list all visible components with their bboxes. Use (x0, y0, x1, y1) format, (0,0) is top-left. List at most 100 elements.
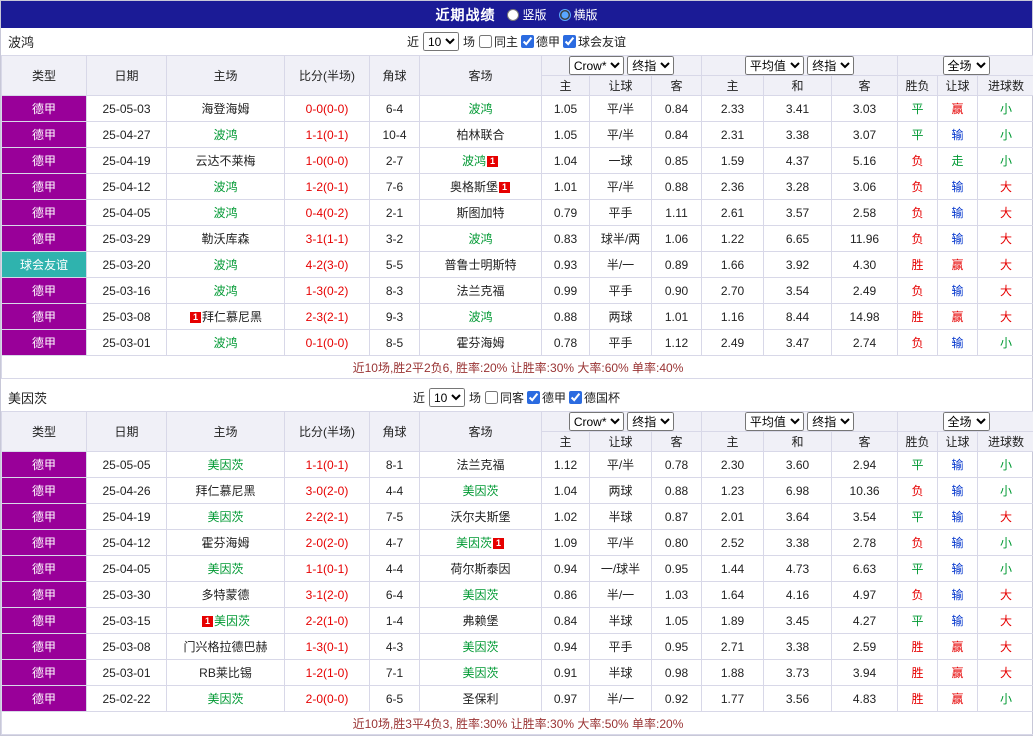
filter-checkbox-2[interactable]: 德国杯 (569, 389, 620, 406)
score-link[interactable]: 2-2(2-1) (306, 510, 349, 524)
team-name[interactable]: 荷尔斯泰因 (450, 562, 510, 576)
team-name[interactable]: 波鸿 (213, 128, 237, 142)
handicap-cell: 半/一 (590, 686, 652, 712)
score-link[interactable]: 2-0(2-0) (306, 536, 349, 550)
checkbox-input[interactable] (563, 35, 576, 48)
team-name[interactable]: 拜仁慕尼黑 (202, 310, 262, 324)
team-name[interactable]: 美因茨 (207, 510, 243, 524)
avg-draw-cell: 3.57 (764, 200, 832, 226)
score-link[interactable]: 4-2(3-0) (306, 258, 349, 272)
team-name[interactable]: 波鸿 (468, 232, 492, 246)
score-cell: 2-3(2-1) (285, 304, 370, 330)
team-name[interactable]: 波鸿 (213, 258, 237, 272)
team-name[interactable]: 普鲁士明斯特 (444, 258, 516, 272)
score-link[interactable]: 0-1(0-0) (306, 336, 349, 350)
team-name[interactable]: 美因茨 (207, 458, 243, 472)
avg-time-select[interactable]: 终指 (807, 412, 854, 431)
odds-time-select[interactable]: 终指 (627, 412, 674, 431)
avg-away-cell: 2.59 (832, 634, 898, 660)
team-name[interactable]: 法兰克福 (456, 284, 504, 298)
match-count-select[interactable]: 10 (429, 388, 465, 407)
checkbox-input[interactable] (485, 391, 498, 404)
team-name[interactable]: 波鸿 (213, 284, 237, 298)
avg-home-cell: 2.70 (702, 278, 764, 304)
layout-horizontal-radio[interactable]: 横版 (559, 6, 598, 23)
score-link[interactable]: 3-1(2-0) (306, 588, 349, 602)
score-link[interactable]: 1-3(0-1) (306, 640, 349, 654)
team-name[interactable]: 美因茨 (462, 666, 498, 680)
score-link[interactable]: 3-1(1-1) (306, 232, 349, 246)
team-name[interactable]: 沃尔夫斯堡 (450, 510, 510, 524)
team-name[interactable]: 美因茨 (207, 692, 243, 706)
score-link[interactable]: 2-3(2-1) (306, 310, 349, 324)
team-name[interactable]: 波鸿 (213, 180, 237, 194)
filter-checkbox-0[interactable]: 同主 (479, 33, 518, 50)
odds-time-select[interactable]: 终指 (627, 56, 674, 75)
score-link[interactable]: 1-3(0-2) (306, 284, 349, 298)
match-row: 德甲25-03-151美因茨2-2(1-0)1-4弗赖堡0.84半球1.051.… (2, 608, 1033, 634)
score-link[interactable]: 1-2(0-1) (306, 180, 349, 194)
team-name[interactable]: 圣保利 (462, 692, 498, 706)
score-link[interactable]: 1-1(0-1) (306, 128, 349, 142)
team-name[interactable]: 霍芬海姆 (201, 536, 249, 550)
team-name[interactable]: 拜仁慕尼黑 (195, 484, 255, 498)
score-link[interactable]: 1-2(1-0) (306, 666, 349, 680)
avg-select[interactable]: 平均值 (745, 412, 804, 431)
checkbox-input[interactable] (479, 35, 492, 48)
odds-away-cell: 0.95 (652, 634, 702, 660)
filter-checkbox-1[interactable]: 德甲 (527, 389, 566, 406)
horizontal-radio-input[interactable] (559, 9, 571, 21)
away-team-cell: 荷尔斯泰因 (420, 556, 542, 582)
score-link[interactable]: 0-4(0-2) (306, 206, 349, 220)
score-link[interactable]: 1-1(0-1) (306, 562, 349, 576)
team-name[interactable]: 波鸿 (468, 102, 492, 116)
vertical-radio-input[interactable] (507, 9, 519, 21)
team-name[interactable]: 美因茨 (456, 536, 492, 550)
team-name[interactable]: 波鸿 (468, 310, 492, 324)
team-name[interactable]: 门兴格拉德巴赫 (183, 640, 267, 654)
team-name[interactable]: 海登海姆 (201, 102, 249, 116)
filter-checkbox-2[interactable]: 球会友谊 (563, 33, 626, 50)
avg-time-select[interactable]: 终指 (807, 56, 854, 75)
team-name[interactable]: 美因茨 (462, 588, 498, 602)
odds-provider-select[interactable]: Crow* (569, 412, 624, 431)
layout-vertical-radio[interactable]: 竖版 (507, 6, 546, 23)
odds-provider-select[interactable]: Crow* (569, 56, 624, 75)
team-name[interactable]: 波鸿 (462, 154, 486, 168)
team-name[interactable]: 波鸿 (213, 206, 237, 220)
goals-result-cell: 小 (978, 686, 1033, 712)
team-name[interactable]: 美因茨 (207, 562, 243, 576)
team-name[interactable]: 美因茨 (462, 640, 498, 654)
avg-select[interactable]: 平均值 (745, 56, 804, 75)
score-link[interactable]: 2-0(0-0) (306, 692, 349, 706)
result-cell: 负 (898, 148, 938, 174)
team-name[interactable]: 柏林联合 (456, 128, 504, 142)
score-link[interactable]: 1-0(0-0) (306, 154, 349, 168)
match-scope-select[interactable]: 全场 (943, 412, 990, 431)
team-name[interactable]: 多特蒙德 (201, 588, 249, 602)
checkbox-input[interactable] (527, 391, 540, 404)
checkbox-input[interactable] (521, 35, 534, 48)
team-name[interactable]: 云达不莱梅 (195, 154, 255, 168)
team-name[interactable]: 法兰克福 (456, 458, 504, 472)
team-name[interactable]: 勒沃库森 (201, 232, 249, 246)
team-name[interactable]: 霍芬海姆 (456, 336, 504, 350)
team-name[interactable]: 美因茨 (462, 484, 498, 498)
score-link[interactable]: 3-0(2-0) (306, 484, 349, 498)
score-link[interactable]: 2-2(1-0) (306, 614, 349, 628)
score-link[interactable]: 0-0(0-0) (306, 102, 349, 116)
corner-cell: 6-5 (370, 686, 420, 712)
team-name[interactable]: 波鸿 (213, 336, 237, 350)
match-scope-select[interactable]: 全场 (943, 56, 990, 75)
team-name[interactable]: 弗赖堡 (462, 614, 498, 628)
checkbox-input[interactable] (569, 391, 582, 404)
match-count-select[interactable]: 10 (423, 32, 459, 51)
team-name[interactable]: 奥格斯堡 (450, 180, 498, 194)
filter-checkbox-1[interactable]: 德甲 (521, 33, 560, 50)
score-link[interactable]: 1-1(0-1) (306, 458, 349, 472)
team-name[interactable]: 美因茨 (214, 614, 250, 628)
team-name[interactable]: RB莱比锡 (199, 666, 252, 680)
avg-home-cell: 2.49 (702, 330, 764, 356)
team-name[interactable]: 斯图加特 (456, 206, 504, 220)
filter-checkbox-0[interactable]: 同客 (485, 389, 524, 406)
